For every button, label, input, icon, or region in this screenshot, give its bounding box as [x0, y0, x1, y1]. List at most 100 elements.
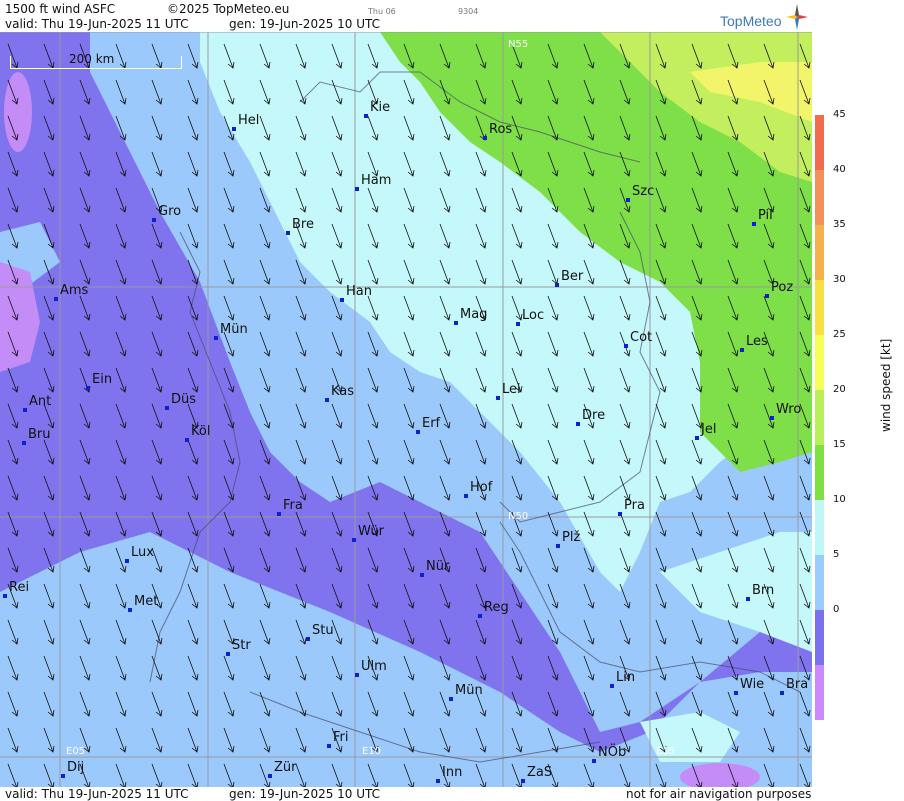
run-code: 9304: [458, 7, 479, 16]
city-marker: [214, 336, 218, 340]
city-marker: [478, 614, 482, 618]
legend-unit-label: wind speed [kt]: [879, 338, 893, 432]
city-label[interactable]: Szc: [632, 184, 654, 199]
city-label[interactable]: Cot: [630, 330, 652, 345]
city-label[interactable]: Brn: [752, 583, 774, 598]
city-label[interactable]: Wie: [740, 677, 764, 692]
city-label[interactable]: Fra: [283, 498, 303, 513]
color-bar-segment: [815, 115, 824, 170]
city-marker: [420, 573, 424, 577]
city-label[interactable]: Met: [134, 594, 158, 609]
city-label[interactable]: Ulm: [361, 659, 387, 674]
city-marker: [780, 691, 784, 695]
city-marker: [226, 652, 230, 656]
city-label[interactable]: Lux: [131, 545, 154, 560]
legend-tick-label: 15: [833, 439, 846, 450]
scale-bar-label: 200 km: [69, 52, 115, 66]
city-marker: [340, 298, 344, 302]
city-marker: [695, 436, 699, 440]
city-marker: [22, 441, 26, 445]
city-label[interactable]: Ham: [361, 173, 391, 188]
city-label[interactable]: Bre: [292, 217, 314, 232]
city-marker: [54, 297, 58, 301]
city-label[interactable]: Loc: [522, 308, 544, 323]
city-label[interactable]: Jel: [701, 422, 716, 437]
city-label[interactable]: Stu: [312, 623, 334, 638]
city-label[interactable]: Ber: [561, 269, 583, 284]
city-label[interactable]: Mün: [220, 322, 248, 337]
grid-label-e05: E05: [66, 746, 86, 757]
city-label[interactable]: NÖb: [598, 745, 626, 760]
footer-disclaimer: not for air navigation purposes: [626, 787, 812, 801]
city-label[interactable]: Erf: [422, 416, 440, 431]
city-label[interactable]: Inn: [442, 765, 462, 780]
city-marker: [355, 187, 359, 191]
city-label[interactable]: Han: [346, 284, 372, 299]
city-label[interactable]: Düs: [171, 392, 196, 407]
grid-label-n55: N55: [508, 39, 529, 50]
city-marker: [364, 114, 368, 118]
topmeteo-logo[interactable]: TopMeteo: [720, 4, 810, 30]
grid-label-e15: E15: [656, 746, 676, 757]
city-label[interactable]: Gro: [158, 204, 181, 219]
city-label[interactable]: Mün: [455, 683, 483, 698]
city-marker: [23, 408, 27, 412]
city-label[interactable]: Dij: [67, 760, 84, 775]
city-marker: [483, 136, 487, 140]
city-label[interactable]: Plž: [562, 530, 580, 545]
city-label[interactable]: Mag: [460, 307, 487, 322]
color-bar-segment: [815, 445, 824, 500]
city-label[interactable]: Bru: [28, 427, 51, 442]
city-marker: [128, 608, 132, 612]
city-label[interactable]: Wür: [358, 524, 384, 539]
city-label[interactable]: Pil: [758, 208, 773, 223]
city-marker: [232, 127, 236, 131]
city-label[interactable]: Nür: [426, 559, 449, 574]
city-label[interactable]: Ant: [29, 394, 51, 409]
city-marker: [325, 398, 329, 402]
city-marker: [277, 512, 281, 516]
city-label[interactable]: Dre: [582, 408, 605, 423]
legend-tick-label: 45: [833, 109, 846, 120]
grid-label-e10: E10: [362, 746, 382, 757]
city-marker: [416, 430, 420, 434]
city-marker: [765, 294, 769, 298]
color-bar-segment: [815, 390, 824, 445]
color-bar-segment: [815, 665, 824, 720]
city-label[interactable]: Fri: [333, 730, 349, 745]
city-marker: [626, 198, 630, 202]
city-label[interactable]: Lin: [616, 670, 635, 685]
city-label[interactable]: Kie: [370, 100, 390, 115]
city-marker: [752, 222, 756, 226]
city-label[interactable]: Ros: [489, 122, 512, 137]
city-label[interactable]: Bra: [786, 677, 808, 692]
city-marker: [624, 344, 628, 348]
city-label[interactable]: Kas: [331, 384, 354, 399]
city-label[interactable]: Wro: [776, 402, 801, 417]
city-marker: [268, 774, 272, 778]
city-label[interactable]: Reg: [484, 600, 509, 615]
city-marker: [555, 283, 559, 287]
footer-valid-time: valid: Thu 19-Jun-2025 11 UTC: [5, 787, 189, 801]
map-footer: valid: Thu 19-Jun-2025 11 UTC gen: 19-Ju…: [0, 787, 812, 801]
city-label[interactable]: Hel: [238, 113, 259, 128]
city-label[interactable]: ZaS: [527, 765, 552, 780]
city-marker: [516, 322, 520, 326]
city-label[interactable]: Les: [746, 334, 768, 349]
city-label[interactable]: Lei: [502, 382, 521, 397]
valid-time: valid: Thu 19-Jun-2025 11 UTC: [5, 17, 189, 31]
map-header: 1500 ft wind ASFC ©2025 TopMeteo.eu Thu …: [0, 0, 812, 32]
wind-map[interactable]: 200 km N55 N50 E05 E10 E15 Kie Hel Ros Ham S…: [0, 32, 813, 787]
city-label[interactable]: Köl: [191, 424, 210, 439]
city-label[interactable]: Hof: [470, 480, 492, 495]
city-label[interactable]: Rei: [9, 580, 29, 595]
city-label[interactable]: Pra: [624, 498, 645, 513]
legend-tick-label: 5: [833, 549, 840, 560]
city-marker: [352, 538, 356, 542]
gen-time: gen: 19-Jun-2025 10 UTC: [229, 17, 381, 31]
city-label[interactable]: Zür: [274, 760, 297, 775]
city-label[interactable]: Poz: [771, 280, 793, 295]
city-label[interactable]: Str: [232, 638, 251, 653]
city-label[interactable]: Ams: [60, 283, 88, 298]
city-label[interactable]: Ein: [92, 372, 112, 387]
